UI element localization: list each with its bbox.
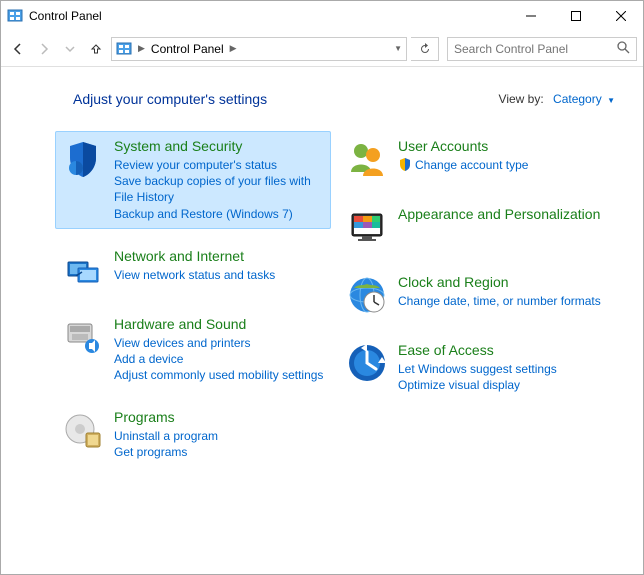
category-title[interactable]: Appearance and Personalization	[398, 206, 600, 223]
category-title[interactable]: Programs	[114, 409, 218, 426]
category-link[interactable]: Adjust commonly used mobility settings	[114, 367, 323, 383]
category-column-left: System and Security Review your computer'…	[55, 131, 331, 467]
search-icon[interactable]	[617, 41, 630, 57]
control-panel-icon	[7, 8, 23, 24]
category-title[interactable]: Ease of Access	[398, 342, 557, 359]
programs-icon	[62, 409, 104, 451]
breadcrumb[interactable]: Control Panel	[151, 42, 224, 56]
forward-button[interactable]	[33, 38, 55, 60]
recent-locations-button[interactable]	[59, 38, 81, 60]
chevron-down-icon[interactable]: ▼	[394, 44, 402, 53]
chevron-right-icon[interactable]: ▶	[230, 43, 237, 54]
chevron-right-icon[interactable]: ▶	[138, 43, 145, 54]
view-by-label: View by:	[499, 92, 544, 106]
category-link[interactable]: Save backup copies of your files with Fi…	[114, 173, 324, 205]
network-internet-icon	[62, 248, 104, 290]
category-title[interactable]: System and Security	[114, 138, 324, 155]
category-link[interactable]: Review your computer's status	[114, 157, 324, 173]
category-programs[interactable]: Programs Uninstall a programGet programs	[55, 402, 331, 467]
category-column-right: User Accounts Change account type Appearan…	[339, 131, 615, 467]
system-security-icon	[62, 138, 104, 180]
appearance-personalization-icon	[346, 206, 388, 248]
category-clock-region[interactable]: Clock and Region Change date, time, or nu…	[339, 267, 615, 323]
category-link[interactable]: View network status and tasks	[114, 267, 275, 283]
category-system-security[interactable]: System and Security Review your computer'…	[55, 131, 331, 229]
titlebar: Control Panel	[1, 1, 643, 31]
toolbar: ▶ Control Panel ▶ ▼	[1, 31, 643, 67]
category-link[interactable]: Let Windows suggest settings	[398, 361, 557, 377]
category-link[interactable]: Backup and Restore (Windows 7)	[114, 206, 324, 222]
clock-region-icon	[346, 274, 388, 316]
maximize-button[interactable]	[553, 1, 598, 31]
category-title[interactable]: Clock and Region	[398, 274, 601, 291]
category-link[interactable]: Optimize visual display	[398, 377, 557, 393]
category-link[interactable]: Add a device	[114, 351, 323, 367]
up-button[interactable]	[85, 38, 107, 60]
page-title: Adjust your computer's settings	[73, 91, 499, 107]
category-appearance-personalization[interactable]: Appearance and Personalization	[339, 199, 615, 255]
category-link[interactable]: Change account type	[398, 157, 528, 173]
user-accounts-icon	[346, 138, 388, 180]
search-input[interactable]	[454, 42, 617, 56]
category-ease-of-access[interactable]: Ease of Access Let Windows suggest settin…	[339, 335, 615, 400]
category-link[interactable]: Uninstall a program	[114, 428, 218, 444]
shield-icon	[398, 157, 412, 171]
category-network-internet[interactable]: Network and Internet View network status …	[55, 241, 331, 297]
category-title[interactable]: Network and Internet	[114, 248, 275, 265]
back-button[interactable]	[7, 38, 29, 60]
window-title: Control Panel	[29, 9, 508, 23]
category-hardware-sound[interactable]: Hardware and Sound View devices and print…	[55, 309, 331, 390]
view-by: View by: Category ▼	[499, 91, 615, 107]
category-link[interactable]: Get programs	[114, 444, 218, 460]
control-panel-icon	[116, 41, 132, 57]
content-area: Adjust your computer's settings View by:…	[1, 67, 643, 495]
address-bar[interactable]: ▶ Control Panel ▶ ▼	[111, 37, 407, 61]
minimize-button[interactable]	[508, 1, 553, 31]
chevron-down-icon: ▼	[607, 96, 615, 105]
close-button[interactable]	[598, 1, 643, 31]
hardware-sound-icon	[62, 316, 104, 358]
category-user-accounts[interactable]: User Accounts Change account type	[339, 131, 615, 187]
view-by-dropdown[interactable]: Category ▼	[553, 92, 615, 106]
category-link[interactable]: Change date, time, or number formats	[398, 293, 601, 309]
category-link[interactable]: View devices and printers	[114, 335, 323, 351]
ease-of-access-icon	[346, 342, 388, 384]
category-title[interactable]: Hardware and Sound	[114, 316, 323, 333]
refresh-button[interactable]	[411, 37, 439, 61]
category-title[interactable]: User Accounts	[398, 138, 528, 155]
search-box[interactable]	[447, 37, 637, 61]
